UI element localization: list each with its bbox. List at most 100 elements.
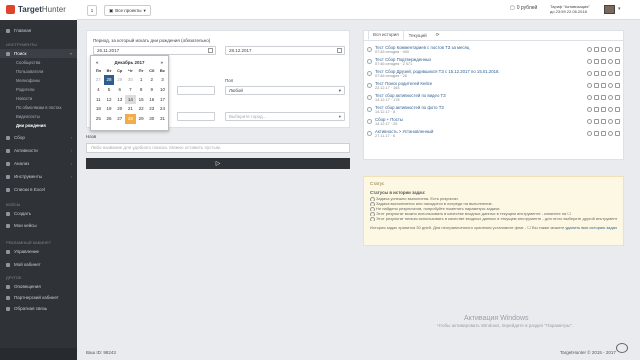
calendar-day[interactable]: 22 [136, 104, 147, 114]
calendar-day[interactable]: 23 [146, 104, 157, 114]
calendar-day[interactable]: 3 [157, 75, 168, 85]
hidden-field[interactable] [177, 86, 215, 95]
calendar-day[interactable]: 18 [93, 104, 104, 114]
folder-icon[interactable] [594, 47, 599, 52]
refresh-icon[interactable]: ⟳ [432, 31, 444, 40]
calendar-day[interactable]: 1 [136, 75, 147, 85]
sidebar-item-search[interactable]: Поиск ▾ [0, 49, 77, 58]
star-icon[interactable] [587, 107, 592, 112]
folder-icon[interactable] [594, 59, 599, 64]
info-icon[interactable] [608, 95, 613, 100]
calendar-day[interactable]: 2 [146, 75, 157, 85]
calendar-day[interactable]: 11 [93, 95, 104, 105]
next-month-button[interactable]: » [160, 60, 163, 65]
calendar-icon[interactable] [208, 48, 213, 53]
calendar-day[interactable]: 6 [114, 85, 125, 95]
delete-history-link[interactable]: удалить всю историю задач [565, 225, 617, 230]
history-row[interactable]: Тест Сбор Друзей, родившихся ТЗ с 15.12.… [364, 68, 623, 80]
star-icon[interactable] [587, 59, 592, 64]
sidebar-subitem-news[interactable]: Новости [0, 94, 77, 103]
sidebar-item-collect[interactable]: Сбор ‹ [0, 133, 77, 142]
download-icon[interactable] [601, 95, 606, 100]
download-icon[interactable] [601, 119, 606, 124]
region-select[interactable] [177, 112, 215, 121]
history-row[interactable]: Тест Сбор Подтвержденных 07:46 сегодня · … [364, 56, 623, 68]
calendar-day[interactable]: 28 [103, 75, 115, 85]
logo[interactable]: TargetHunter [0, 0, 77, 20]
folder-icon[interactable] [594, 131, 599, 136]
calendar-icon[interactable] [337, 48, 342, 53]
date-from-input[interactable]: 26.11.2017 [93, 46, 216, 55]
sidebar-item-home[interactable]: Главная [0, 26, 77, 35]
description-input[interactable]: Либо название для удобного поиска. Можно… [86, 143, 350, 153]
calendar-day[interactable]: 7 [125, 85, 136, 95]
prev-month-button[interactable]: « [96, 60, 99, 65]
history-row[interactable]: Тест сбор активностей по видео ТЗ 14.12.1… [364, 92, 623, 104]
sidebar-item-manage[interactable]: Управление [0, 247, 77, 256]
sidebar-item-tools[interactable]: Инструменты ‹ [0, 172, 77, 181]
calendar-day[interactable]: 30 [146, 114, 157, 124]
sidebar-item-notifications[interactable]: Оповещения [0, 282, 77, 291]
calendar-day[interactable]: 21 [125, 104, 136, 114]
history-row[interactable]: Тест сбор активностей по фото ТЗ 14.12.17… [364, 104, 623, 116]
calendar-day[interactable]: 8 [136, 85, 147, 95]
calendar-day[interactable]: 17 [157, 95, 168, 105]
folder-icon[interactable] [594, 107, 599, 112]
delete-icon[interactable] [615, 71, 620, 76]
calendar-day[interactable]: 30 [125, 75, 136, 85]
folder-icon[interactable] [594, 95, 599, 100]
history-row[interactable]: Тест Поиск родителей Кейсе 22.12.17 · 163 [364, 80, 623, 92]
folder-icon[interactable] [594, 71, 599, 76]
calendar-day[interactable]: 12 [104, 95, 115, 105]
download-icon[interactable] [601, 131, 606, 136]
folder-icon[interactable] [594, 119, 599, 124]
sidebar-item-excel[interactable]: Списки в Excel [0, 185, 77, 194]
star-icon[interactable] [587, 71, 592, 76]
star-icon[interactable] [587, 47, 592, 52]
delete-icon[interactable] [615, 131, 620, 136]
calendar-day[interactable]: 29 [136, 114, 147, 124]
history-row[interactable]: Тест Сбор Комментариев с постов ТЗ за ме… [364, 44, 623, 56]
history-row[interactable]: Сбор + Посты 14.12.17 · 25 [364, 116, 623, 128]
download-icon[interactable] [601, 83, 606, 88]
sidebar-subitem-meliofans[interactable]: Мелиофаны [0, 76, 77, 85]
calendar-day[interactable]: 4 [93, 85, 104, 95]
calendar-day[interactable]: 29 [114, 75, 125, 85]
sidebar-subitem-parents[interactable]: Родители [0, 85, 77, 94]
download-icon[interactable] [601, 47, 606, 52]
tab-current[interactable]: Текущий [405, 32, 431, 40]
calendar-day[interactable]: 15 [136, 95, 147, 105]
sidebar-subitem-video-posts[interactable]: Видеопосты [0, 112, 77, 121]
sidebar-subitem-users[interactable]: Пользователи [0, 67, 77, 76]
calendar-day[interactable]: 5 [104, 85, 115, 95]
sidebar-item-activity[interactable]: Активности ‹ [0, 146, 77, 155]
download-icon[interactable] [601, 59, 606, 64]
delete-icon[interactable] [615, 107, 620, 112]
projects-dropdown[interactable]: ▣ Все проекты ▾ [104, 5, 151, 16]
calendar-day[interactable]: 14 [125, 94, 136, 105]
calendar-day[interactable]: 24 [157, 104, 168, 114]
tab-all-history[interactable]: Вся история [368, 30, 404, 40]
month-title[interactable]: Декабрь 2017 [114, 60, 144, 65]
sidebar-item-my-cases[interactable]: Мои кейсы [0, 221, 77, 230]
sidebar-item-create-case[interactable]: Создать [0, 209, 77, 218]
download-icon[interactable] [601, 107, 606, 112]
calendar-day[interactable]: 10 [157, 85, 168, 95]
info-icon[interactable] [608, 119, 613, 124]
calendar-day[interactable]: 19 [104, 104, 115, 114]
calendar-day[interactable]: 16 [146, 95, 157, 105]
chat-icon[interactable] [616, 343, 628, 353]
history-row[interactable]: Активность > Установленный 27.11.17 · 6 [364, 128, 623, 140]
gender-select[interactable]: Любой ▾ [225, 86, 345, 95]
sidebar-item-partner[interactable]: Партнерский кабинет [0, 293, 77, 302]
sidebar-subitem-communities[interactable]: Сообщества [0, 58, 77, 67]
calendar-day[interactable]: 13 [114, 95, 125, 105]
delete-icon[interactable] [615, 95, 620, 100]
chevron-down-icon[interactable]: ▾ [618, 6, 621, 12]
info-icon[interactable] [608, 47, 613, 52]
sidebar-item-feedback[interactable]: Обратная связь [0, 304, 77, 313]
info-icon[interactable] [608, 71, 613, 76]
calendar-day[interactable]: 20 [114, 104, 125, 114]
date-to-input[interactable]: 28.12.2017 [225, 46, 345, 55]
calendar-day[interactable]: 31 [157, 114, 168, 124]
